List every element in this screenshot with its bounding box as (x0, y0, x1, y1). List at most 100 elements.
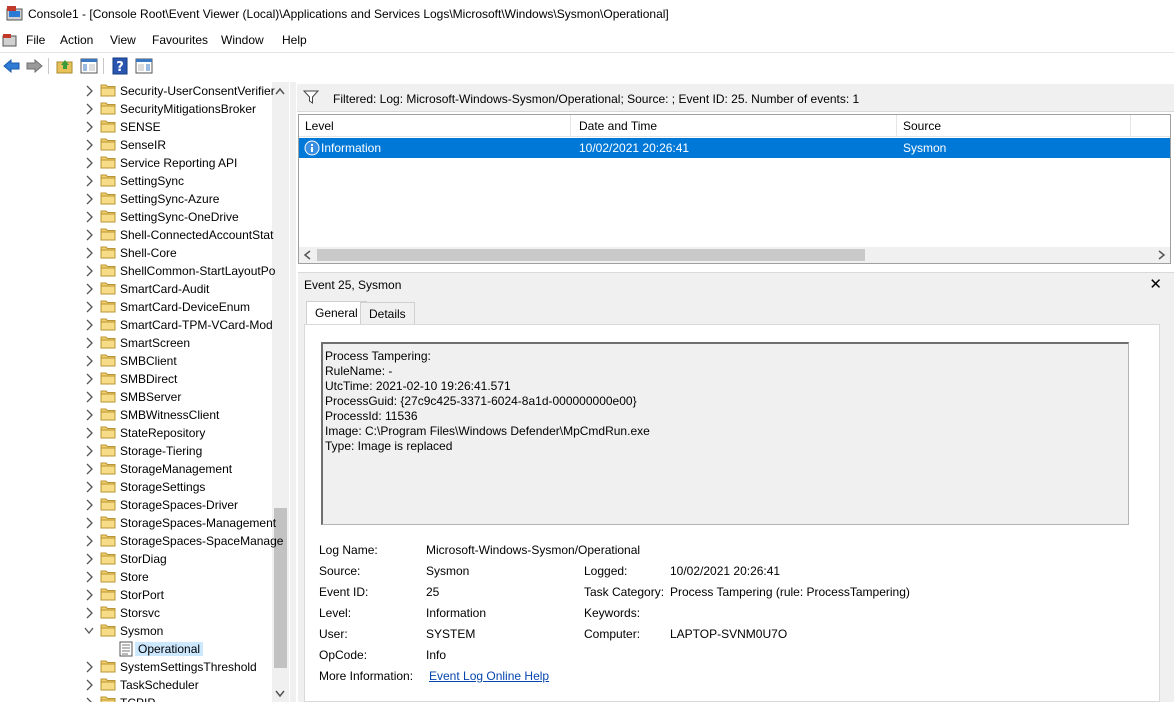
column-header-date-and-time[interactable]: Date and Time (573, 115, 897, 137)
tree-item[interactable]: StorPort (0, 586, 272, 604)
pane-splitter[interactable] (290, 82, 296, 702)
tree-item[interactable]: StateRepository (0, 424, 272, 442)
chevron-right-icon[interactable] (84, 283, 94, 295)
chevron-right-icon[interactable] (84, 607, 94, 619)
chevron-right-icon[interactable] (84, 427, 94, 439)
tree-item[interactable]: StorageSpaces-SpaceManage (0, 532, 283, 550)
tree-item[interactable]: StorageSpaces-Management (0, 514, 276, 532)
back-button[interactable] (2, 56, 22, 76)
tree-item[interactable]: SmartCard-DeviceEnum (0, 298, 272, 316)
tree-item[interactable]: Storsvc (0, 604, 272, 622)
chevron-down-icon[interactable] (84, 625, 94, 637)
show-hide-console-tree-button[interactable] (79, 56, 99, 76)
tree-item[interactable]: SMBServer (0, 388, 272, 406)
tree-item[interactable]: StorageSpaces-Driver (0, 496, 272, 514)
chevron-right-icon[interactable] (84, 139, 94, 151)
chevron-right-icon[interactable] (84, 355, 94, 367)
tree-item[interactable]: SMBDirect (0, 370, 272, 388)
tree-item[interactable]: SmartCard-TPM-VCard-Mod (0, 316, 273, 334)
menu-view[interactable]: View (108, 33, 138, 47)
chevron-right-icon[interactable] (84, 409, 94, 421)
tree-item[interactable]: Sysmon (0, 622, 272, 640)
help-button[interactable]: ? (110, 56, 130, 76)
tree-vertical-scrollbar[interactable] (272, 82, 289, 702)
tree-item[interactable]: SENSE (0, 118, 272, 136)
menu-help[interactable]: Help (280, 33, 309, 47)
tree-item[interactable]: Operational (0, 640, 272, 658)
tree-item[interactable]: StorDiag (0, 550, 272, 568)
tree-item[interactable]: Shell-Core (0, 244, 272, 262)
menu-favourites[interactable]: Favourites (150, 33, 210, 47)
chevron-right-icon[interactable] (84, 337, 94, 349)
event-description-box[interactable]: Process Tampering: RuleName: - UtcTime: … (321, 342, 1129, 525)
chevron-right-icon[interactable] (84, 481, 94, 493)
menu-window[interactable]: Window (219, 33, 266, 47)
tree-item[interactable]: SMBClient (0, 352, 272, 370)
chevron-right-icon[interactable] (84, 391, 94, 403)
chevron-right-icon[interactable] (84, 373, 94, 385)
tree-item[interactable]: ShellCommon-StartLayoutPo (0, 262, 275, 280)
chevron-right-icon[interactable] (84, 85, 94, 97)
chevron-right-icon[interactable] (84, 229, 94, 241)
column-header-source[interactable]: Source (897, 115, 1131, 137)
show-hide-action-pane-button[interactable] (134, 56, 154, 76)
chevron-right-icon[interactable] (84, 175, 94, 187)
tree-item[interactable]: SystemSettingsThreshold (0, 658, 272, 676)
chevron-right-icon[interactable] (84, 157, 94, 169)
mmc-system-menu-icon[interactable] (2, 33, 18, 49)
chevron-right-icon[interactable] (84, 211, 94, 223)
scroll-right-arrow-icon[interactable] (1158, 250, 1166, 260)
tree-item[interactable]: SMBWitnessClient (0, 406, 272, 424)
tab-general[interactable]: General (306, 301, 367, 325)
chevron-right-icon[interactable] (84, 589, 94, 601)
table-row[interactable]: Information 10/02/2021 20:26:41 Sysmon (299, 138, 1170, 158)
event-list-horizontal-scrollbar[interactable] (299, 247, 1170, 263)
tree-item[interactable]: SmartCard-Audit (0, 280, 272, 298)
tree-item[interactable]: SecurityMitigationsBroker (0, 100, 272, 118)
tab-details[interactable]: Details (360, 302, 415, 324)
chevron-right-icon[interactable] (84, 571, 94, 583)
chevron-right-icon[interactable] (84, 499, 94, 511)
up-one-level-button[interactable] (55, 56, 75, 76)
chevron-right-icon[interactable] (84, 265, 94, 277)
close-icon[interactable]: ✕ (1149, 275, 1162, 293)
menu-file[interactable]: File (24, 33, 47, 47)
console-tree[interactable]: Security-UserConsentVerifier SecurityMiti… (0, 82, 290, 702)
column-header-level[interactable]: Level (299, 115, 571, 137)
menu-action[interactable]: Action (58, 33, 95, 47)
scroll-left-arrow-icon[interactable] (303, 250, 311, 260)
chevron-right-icon[interactable] (84, 301, 94, 313)
event-list-scroll-thumb[interactable] (317, 249, 865, 261)
tree-item[interactable]: StorageManagement (0, 460, 272, 478)
chevron-right-icon[interactable] (84, 445, 94, 457)
chevron-right-icon[interactable] (84, 697, 94, 702)
chevron-right-icon[interactable] (84, 463, 94, 475)
tree-item[interactable]: SettingSync-Azure (0, 190, 272, 208)
scroll-down-arrow-icon[interactable] (275, 690, 285, 698)
chevron-right-icon[interactable] (84, 679, 94, 691)
tree-item[interactable]: SettingSync (0, 172, 272, 190)
tree-item[interactable]: SenseIR (0, 136, 272, 154)
tree-item[interactable]: Security-UserConsentVerifier (0, 82, 275, 100)
chevron-right-icon[interactable] (84, 661, 94, 673)
chevron-right-icon[interactable] (84, 121, 94, 133)
chevron-right-icon[interactable] (84, 535, 94, 547)
tree-item[interactable]: Storage-Tiering (0, 442, 272, 460)
chevron-right-icon[interactable] (84, 247, 94, 259)
tree-item[interactable]: Shell-ConnectedAccountStat (0, 226, 273, 244)
event-log-online-help-link[interactable]: Event Log Online Help (429, 669, 549, 683)
forward-button[interactable] (24, 56, 44, 76)
tree-scroll-thumb[interactable] (274, 508, 287, 668)
tree-item[interactable]: TCPIP (0, 694, 272, 702)
tree-item[interactable]: Service Reporting API (0, 154, 272, 172)
chevron-right-icon[interactable] (84, 319, 94, 331)
tree-item[interactable]: TaskScheduler (0, 676, 272, 694)
tree-item[interactable]: SettingSync-OneDrive (0, 208, 272, 226)
chevron-right-icon[interactable] (84, 193, 94, 205)
scroll-up-arrow-icon[interactable] (275, 87, 285, 95)
tree-item[interactable]: StorageSettings (0, 478, 272, 496)
chevron-right-icon[interactable] (84, 517, 94, 529)
tree-item[interactable]: SmartScreen (0, 334, 272, 352)
tree-item[interactable]: Store (0, 568, 272, 586)
chevron-right-icon[interactable] (84, 553, 94, 565)
